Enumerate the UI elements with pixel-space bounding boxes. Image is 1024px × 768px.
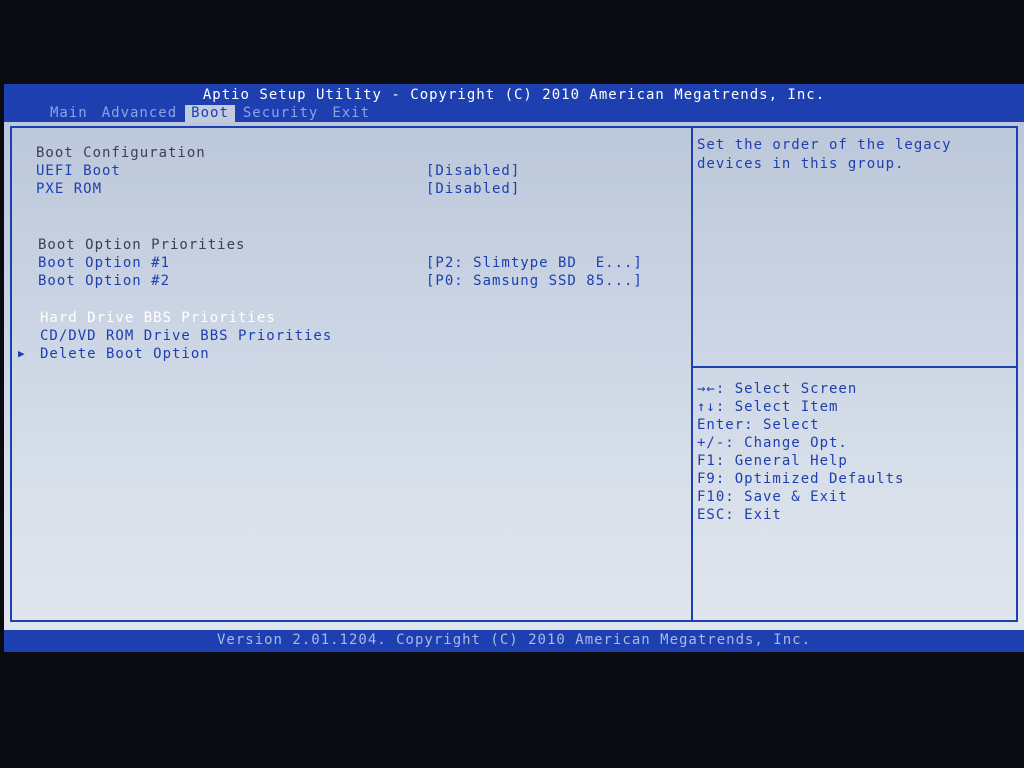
boot-option-2-label[interactable]: Boot Option #2 (38, 272, 170, 290)
hdd-bbs-priorities[interactable]: Hard Drive BBS Priorities (40, 309, 276, 327)
help-line-1: Set the order of the legacy (697, 137, 952, 153)
tab-main[interactable]: Main (44, 105, 94, 122)
bios-screen: Aptio Setup Utility - Copyright (C) 2010… (4, 84, 1024, 652)
key-optimized-defaults: F9: Optimized Defaults (697, 471, 905, 487)
key-save-exit: F10: Save & Exit (697, 489, 848, 505)
boot-option-1-label[interactable]: Boot Option #1 (38, 254, 170, 272)
key-select-item: ↑↓: Select Item (697, 399, 839, 415)
help-text: Set the order of the legacy devices in t… (697, 136, 997, 174)
pxe-rom-row[interactable]: PXE ROM [Disabled] (12, 180, 691, 198)
delete-boot-row[interactable]: ▶ Delete Boot Option (12, 345, 691, 363)
version-footer: Version 2.01.1204. Copyright (C) 2010 Am… (216, 632, 811, 648)
title-bar: Aptio Setup Utility - Copyright (C) 2010… (4, 84, 1024, 122)
boot-config-heading: Boot Configuration (36, 145, 206, 161)
boot-option-1-value[interactable]: [P2: Slimtype BD E...] (426, 254, 643, 272)
main-frame: Boot Configuration UEFI Boot [Disabled] … (10, 126, 1018, 622)
key-enter-select: Enter: Select (697, 417, 820, 433)
tab-security[interactable]: Security (237, 105, 324, 122)
help-pane: Set the order of the legacy devices in t… (693, 128, 1016, 620)
key-change-opt: +/-: Change Opt. (697, 435, 848, 451)
hdd-bbs-row[interactable]: Hard Drive BBS Priorities (12, 309, 691, 327)
uefi-boot-label[interactable]: UEFI Boot (36, 162, 121, 180)
tab-boot[interactable]: Boot (185, 105, 235, 122)
boot-config-heading-row: Boot Configuration (12, 144, 691, 162)
boot-option-2-row[interactable]: Boot Option #2 [P0: Samsung SSD 85...] (12, 272, 691, 290)
uefi-boot-value[interactable]: [Disabled] (426, 162, 520, 180)
tab-bar: Main Advanced Boot Security Exit (44, 105, 378, 122)
pxe-rom-label[interactable]: PXE ROM (36, 180, 102, 198)
boot-option-1-row[interactable]: Boot Option #1 [P2: Slimtype BD E...] (12, 254, 691, 272)
uefi-boot-row[interactable]: UEFI Boot [Disabled] (12, 162, 691, 180)
footer-bar: Version 2.01.1204. Copyright (C) 2010 Am… (4, 630, 1024, 652)
key-esc-exit: ESC: Exit (697, 507, 782, 523)
delete-boot-option[interactable]: Delete Boot Option (40, 345, 210, 363)
help-divider (693, 366, 1016, 368)
settings-pane: Boot Configuration UEFI Boot [Disabled] … (12, 128, 693, 620)
pxe-rom-value[interactable]: [Disabled] (426, 180, 520, 198)
boot-priorities-heading-row: Boot Option Priorities (12, 236, 691, 254)
app-title: Aptio Setup Utility - Copyright (C) 2010… (202, 87, 826, 103)
tab-exit[interactable]: Exit (326, 105, 376, 122)
key-general-help: F1: General Help (697, 453, 848, 469)
boot-priorities-heading: Boot Option Priorities (38, 237, 246, 253)
cddvd-bbs-row[interactable]: CD/DVD ROM Drive BBS Priorities (12, 327, 691, 345)
key-select-screen: →←: Select Screen (697, 381, 858, 397)
help-line-2: devices in this group. (697, 156, 905, 172)
tab-advanced[interactable]: Advanced (96, 105, 183, 122)
key-legend: →←: Select Screen ↑↓: Select Item Enter:… (697, 380, 1007, 524)
cddvd-bbs-priorities[interactable]: CD/DVD ROM Drive BBS Priorities (40, 327, 332, 345)
submenu-arrow-icon: ▶ (18, 347, 26, 360)
boot-option-2-value[interactable]: [P0: Samsung SSD 85...] (426, 272, 643, 290)
